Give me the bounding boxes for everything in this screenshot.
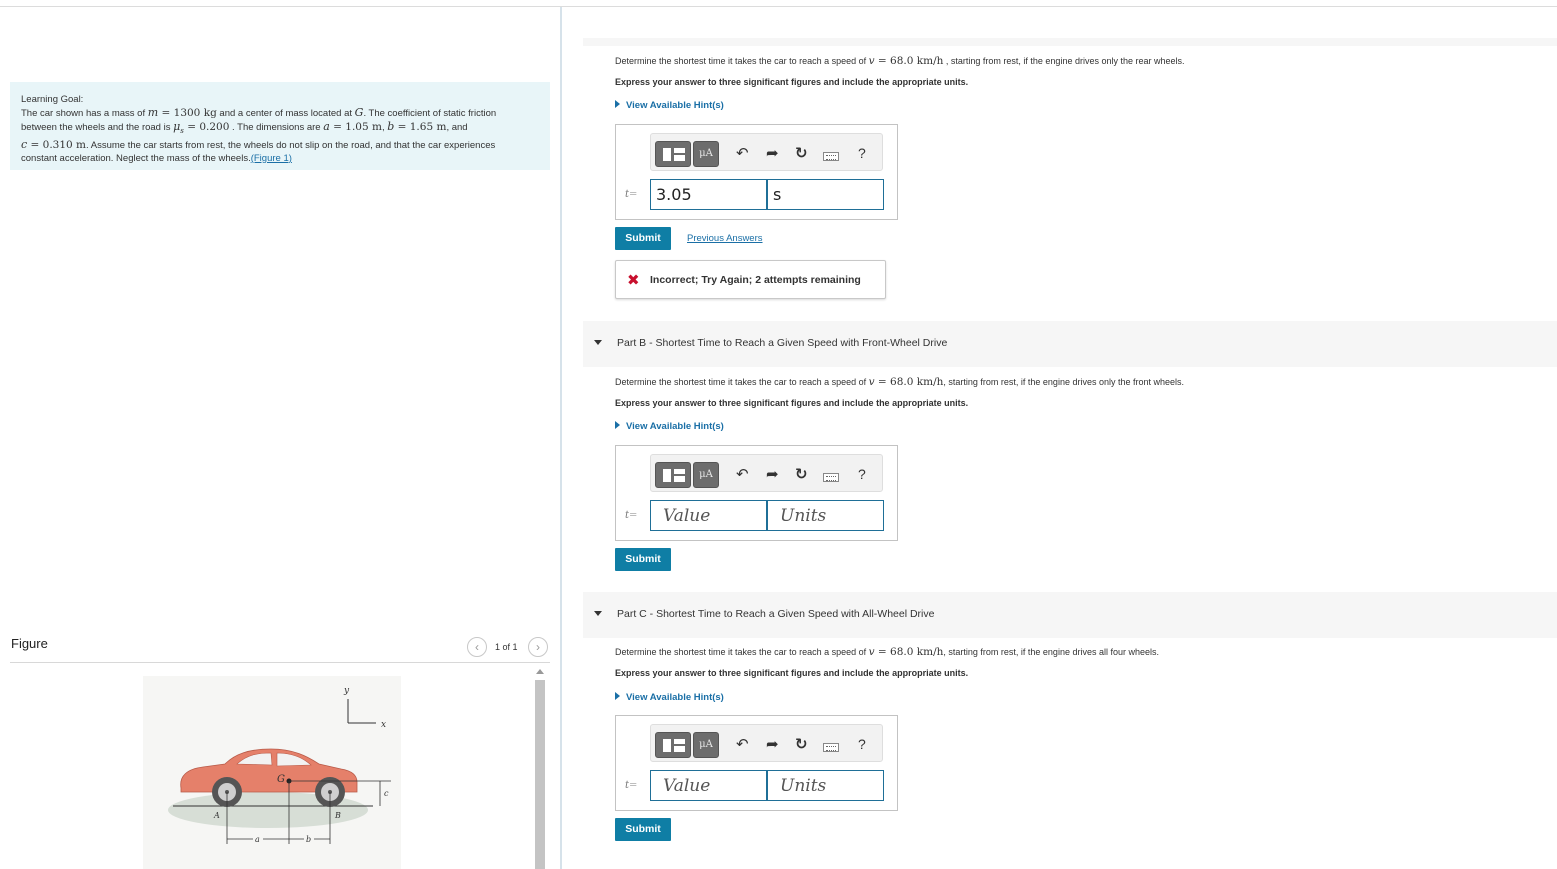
part-a-band [583, 38, 1557, 46]
scroll-thumb[interactable] [535, 680, 545, 869]
part-b-question: Determine the shortest time it takes the… [615, 376, 1185, 388]
value-input[interactable]: Value [650, 770, 767, 801]
learning-goal-line-4: constant acceleration. Neglect the mass … [21, 152, 292, 164]
figure-scrollbar[interactable] [533, 664, 547, 869]
car-diagram: y x G c A B a b [168, 686, 391, 844]
value-input[interactable]: Value [650, 500, 767, 531]
variable-label: t= [625, 780, 638, 791]
part-c-header[interactable]: Part C - Shortest Time to Reach a Given … [583, 592, 1557, 638]
pane-divider[interactable] [560, 7, 562, 869]
redo-icon[interactable]: ➦ [766, 465, 779, 483]
part-c-submit-button[interactable]: Submit [615, 818, 671, 841]
previous-answers-link[interactable]: Previous Answers [687, 233, 763, 244]
equation-toolbar: μA ↶ ➦ ↻ ? [650, 133, 883, 171]
reset-icon[interactable]: ↻ [795, 144, 808, 162]
value-input[interactable]: 3.05 [650, 179, 767, 210]
templates-icon[interactable] [655, 141, 691, 167]
undo-icon[interactable]: ↶ [736, 465, 749, 483]
units-symbol-button[interactable]: μA [693, 732, 719, 758]
keyboard-icon[interactable] [823, 743, 839, 752]
units-input[interactable]: s [767, 179, 884, 210]
learning-goal-line-3: c = 0.310 m. Assume the car starts from … [21, 137, 496, 151]
part-b-submit-button[interactable]: Submit [615, 548, 671, 571]
undo-icon[interactable]: ↶ [736, 735, 749, 753]
part-c-title: Part C - Shortest Time to Reach a Given … [617, 608, 935, 620]
part-c-answer-box: μA ↶ ➦ ↻ ? t= Value Units [615, 715, 898, 811]
templates-icon[interactable] [655, 732, 691, 758]
part-b-header[interactable]: Part B - Shortest Time to Reach a Given … [583, 321, 1557, 367]
part-c-question: Determine the shortest time it takes the… [615, 646, 1159, 658]
part-a-hint-toggle[interactable]: View Available Hint(s) [615, 100, 724, 111]
part-b-answer-box: μA ↶ ➦ ↻ ? t= Value Units [615, 445, 898, 541]
scroll-up-icon[interactable] [536, 669, 544, 674]
a-dim-label: a [255, 835, 260, 844]
units-input[interactable]: Units [767, 770, 884, 801]
g-label: G [277, 774, 285, 785]
c-dim-label: c [384, 789, 389, 798]
part-a-answer-box: μA ↶ ➦ ↻ ? t= 3.05 s [615, 124, 898, 220]
car-figure: y x G c A B a b [143, 676, 401, 869]
part-c-instructions: Express your answer to three significant… [615, 668, 969, 678]
error-x-icon: ✖ [627, 272, 640, 289]
triangle-right-icon [615, 692, 620, 700]
figure-link[interactable]: (Figure 1) [251, 153, 292, 164]
templates-icon[interactable] [655, 462, 691, 488]
units-input[interactable]: Units [767, 500, 884, 531]
collapse-triangle-icon [594, 340, 602, 345]
triangle-right-icon [615, 421, 620, 429]
figure-rule [10, 662, 550, 663]
figure-counter: 1 of 1 [495, 642, 518, 652]
top-rule [0, 6, 1557, 7]
help-icon[interactable]: ? [858, 466, 866, 482]
triangle-right-icon [615, 100, 620, 108]
units-symbol-button[interactable]: μA [693, 462, 719, 488]
part-a-submit-button[interactable]: Submit [615, 227, 671, 250]
learning-goal: Learning Goal: The car shown has a mass … [10, 82, 550, 170]
undo-icon[interactable]: ↶ [736, 144, 749, 162]
part-c-hint-toggle[interactable]: View Available Hint(s) [615, 692, 724, 703]
units-symbol-button[interactable]: μA [693, 141, 719, 167]
feedback-text: Incorrect; Try Again; 2 attempts remaini… [650, 274, 861, 286]
part-a-question: Determine the shortest time it takes the… [615, 55, 1185, 67]
help-icon[interactable]: ? [858, 736, 866, 752]
reset-icon[interactable]: ↻ [795, 735, 808, 753]
equation-toolbar: μA ↶ ➦ ↻ ? [650, 454, 883, 492]
keyboard-icon[interactable] [823, 152, 839, 161]
point-b-label: B [334, 811, 341, 820]
redo-icon[interactable]: ➦ [766, 144, 779, 162]
y-axis-label: y [343, 686, 350, 696]
point-a-label: A [213, 811, 220, 820]
feedback-message: ✖ Incorrect; Try Again; 2 attempts remai… [615, 260, 886, 299]
variable-label: t= [625, 510, 638, 521]
collapse-triangle-icon [594, 611, 602, 616]
reset-icon[interactable]: ↻ [795, 465, 808, 483]
learning-goal-title: Learning Goal: [21, 94, 84, 105]
keyboard-icon[interactable] [823, 473, 839, 482]
part-b-instructions: Express your answer to three significant… [615, 398, 969, 408]
part-b-hint-toggle[interactable]: View Available Hint(s) [615, 421, 724, 432]
chevron-left-icon[interactable]: ‹ [467, 637, 487, 657]
equation-toolbar: μA ↶ ➦ ↻ ? [650, 724, 883, 762]
b-dim-label: b [306, 835, 311, 844]
learning-goal-line-2: between the wheels and the road is μs = … [21, 120, 468, 135]
variable-label: t= [625, 189, 638, 200]
redo-icon[interactable]: ➦ [766, 735, 779, 753]
x-axis-label: x [381, 720, 386, 730]
chevron-right-icon[interactable]: › [528, 637, 548, 657]
part-a-instructions: Express your answer to three significant… [615, 77, 969, 87]
learning-goal-line-1: The car shown has a mass of m = 1300 kg … [21, 106, 497, 119]
part-b-title: Part B - Shortest Time to Reach a Given … [617, 337, 948, 349]
help-icon[interactable]: ? [858, 145, 866, 161]
figure-label: Figure [11, 636, 48, 651]
